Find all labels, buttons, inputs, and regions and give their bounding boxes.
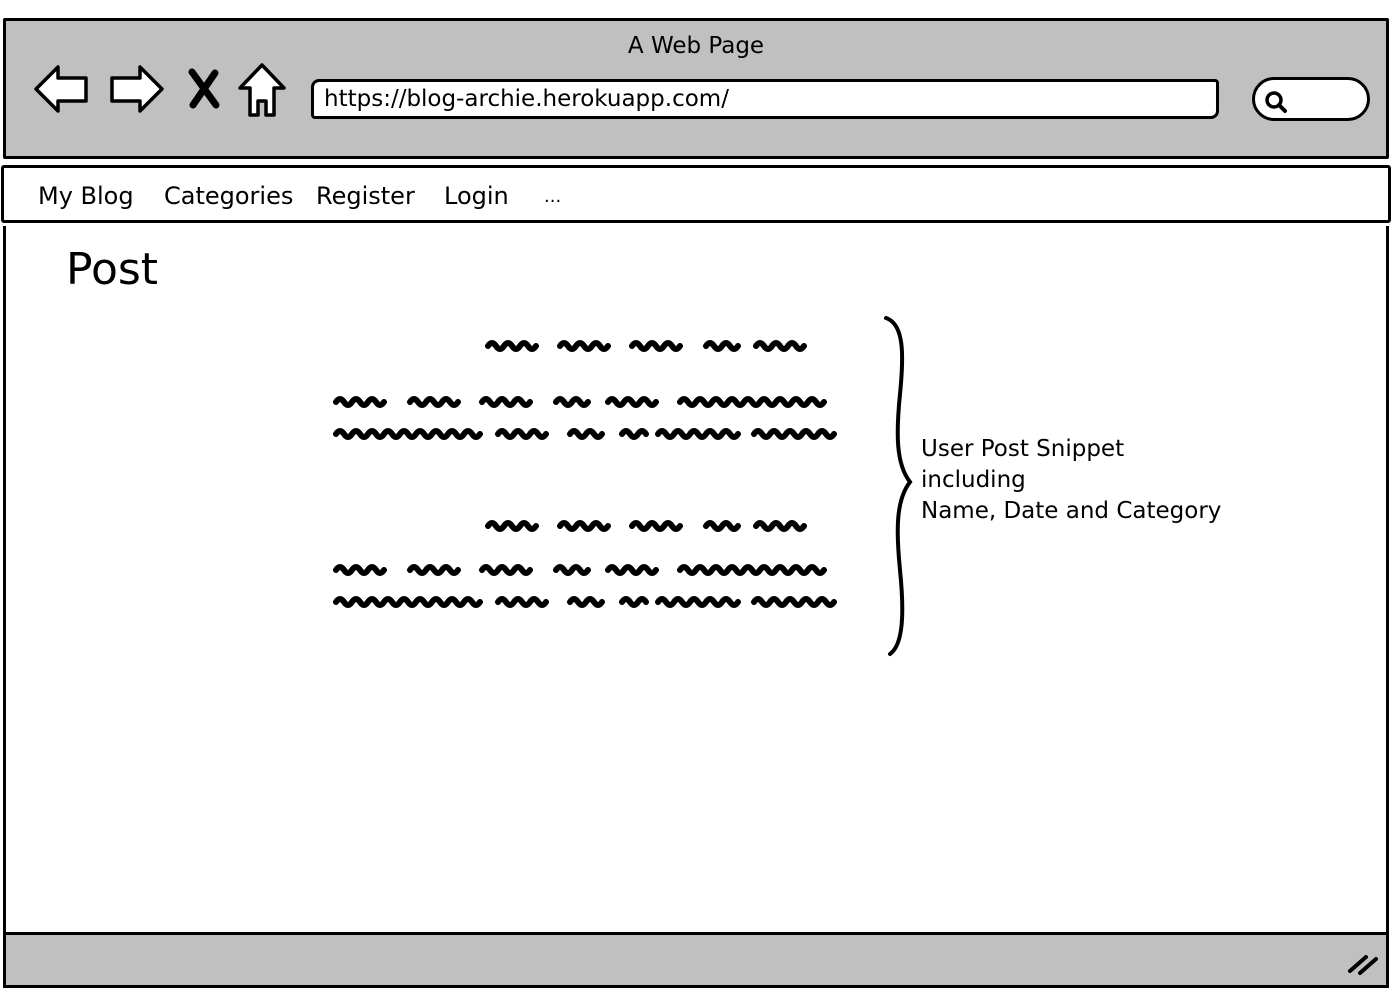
nav-login[interactable]: Login [444, 182, 509, 210]
home-icon[interactable] [236, 61, 288, 119]
status-bar [3, 932, 1389, 988]
annotation-line: User Post Snippet [921, 436, 1125, 462]
nav-categories[interactable]: Categories [164, 182, 293, 210]
annotation-note: User Post Snippet including Name, Date a… [921, 434, 1221, 527]
nav-register[interactable]: Register [316, 182, 415, 210]
site-navbar: My Blog Categories Register Login ... [1, 165, 1391, 223]
post-snippets [333, 340, 837, 608]
window-title: A Web Page [627, 33, 765, 59]
page-content: Post User Post Snippet including Name, D… [3, 226, 1389, 934]
post-snippet-2-body [333, 564, 837, 608]
address-bar[interactable]: https://blog-archie.herokuapp.com/ [311, 79, 1219, 119]
annotation-line: including [921, 467, 1026, 493]
curly-brace [884, 316, 913, 656]
search-field[interactable] [1252, 77, 1370, 121]
url-text: https://blog-archie.herokuapp.com/ [324, 86, 729, 112]
nav-more[interactable]: ... [544, 186, 561, 207]
stop-x-icon[interactable] [184, 67, 224, 111]
post-snippet-2-header [485, 520, 807, 532]
resize-grip-icon[interactable] [1346, 951, 1380, 977]
nav-my-blog[interactable]: My Blog [38, 182, 134, 210]
search-icon [1265, 91, 1287, 113]
forward-arrow-icon[interactable] [106, 61, 166, 117]
back-arrow-icon[interactable] [32, 61, 92, 117]
post-snippet-1-header [485, 340, 807, 352]
annotation-line: Name, Date and Category [921, 498, 1222, 524]
post-snippet-1-body [333, 396, 837, 440]
browser-window: A Web Page https://blog-archie.herokuapp… [0, 0, 1394, 996]
page-title: Post [66, 244, 159, 295]
browser-toolbar: A Web Page https://blog-archie.herokuapp… [3, 18, 1389, 159]
